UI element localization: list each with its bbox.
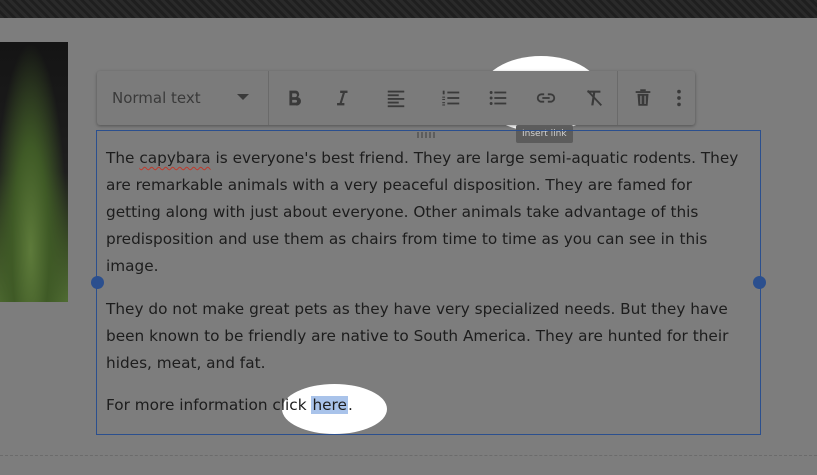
delete-icon: [635, 89, 651, 106]
paragraph-3: For more information click here.: [106, 392, 746, 419]
top-bar: [0, 0, 817, 18]
misspelled-word[interactable]: capybara: [139, 149, 210, 167]
more-options-button[interactable]: [665, 84, 693, 112]
clear-formatting-icon: [586, 90, 603, 106]
text-style-value: Normal text: [112, 89, 201, 107]
delete-button[interactable]: [629, 84, 657, 112]
italic-button[interactable]: [328, 84, 356, 112]
link-icon: [536, 93, 556, 103]
resize-handle-right[interactable]: [753, 276, 766, 289]
italic-icon: [337, 90, 348, 106]
paragraph-2-text: They do not make great pets as they have…: [106, 300, 729, 372]
resize-handle-left[interactable]: [91, 276, 104, 289]
chevron-down-icon: [237, 94, 249, 100]
numbered-list-button[interactable]: [437, 84, 465, 112]
paragraph-1-start: The: [106, 149, 140, 167]
capybara-photo: [0, 42, 68, 302]
align-button[interactable]: [382, 84, 410, 112]
align-left-icon: [387, 90, 405, 108]
clear-formatting-button[interactable]: [580, 84, 608, 112]
more-options-icon: [677, 89, 681, 107]
paragraph-3-start: For more information click: [106, 396, 312, 414]
drag-handle[interactable]: [417, 132, 435, 138]
bulleted-list-button[interactable]: [484, 84, 512, 112]
insert-link-button[interactable]: [532, 84, 560, 112]
section-divider: [0, 455, 817, 457]
paragraph-2: They do not make great pets as they have…: [106, 296, 746, 377]
bulleted-list-icon: [489, 91, 507, 105]
toolbar-divider: [617, 71, 618, 125]
bold-icon: [289, 90, 301, 106]
paragraph-1: The capybara is everyone's best friend. …: [106, 145, 746, 280]
paragraph-3-end: .: [347, 396, 353, 414]
format-toolbar: Normal text: [97, 71, 695, 125]
bold-button[interactable]: [280, 84, 308, 112]
text-style-dropdown[interactable]: Normal text: [97, 71, 269, 125]
paragraph-1-rest: is everyone's best friend. They are larg…: [106, 149, 739, 275]
numbered-list-icon: [442, 90, 460, 106]
here-link[interactable]: here: [311, 396, 348, 414]
